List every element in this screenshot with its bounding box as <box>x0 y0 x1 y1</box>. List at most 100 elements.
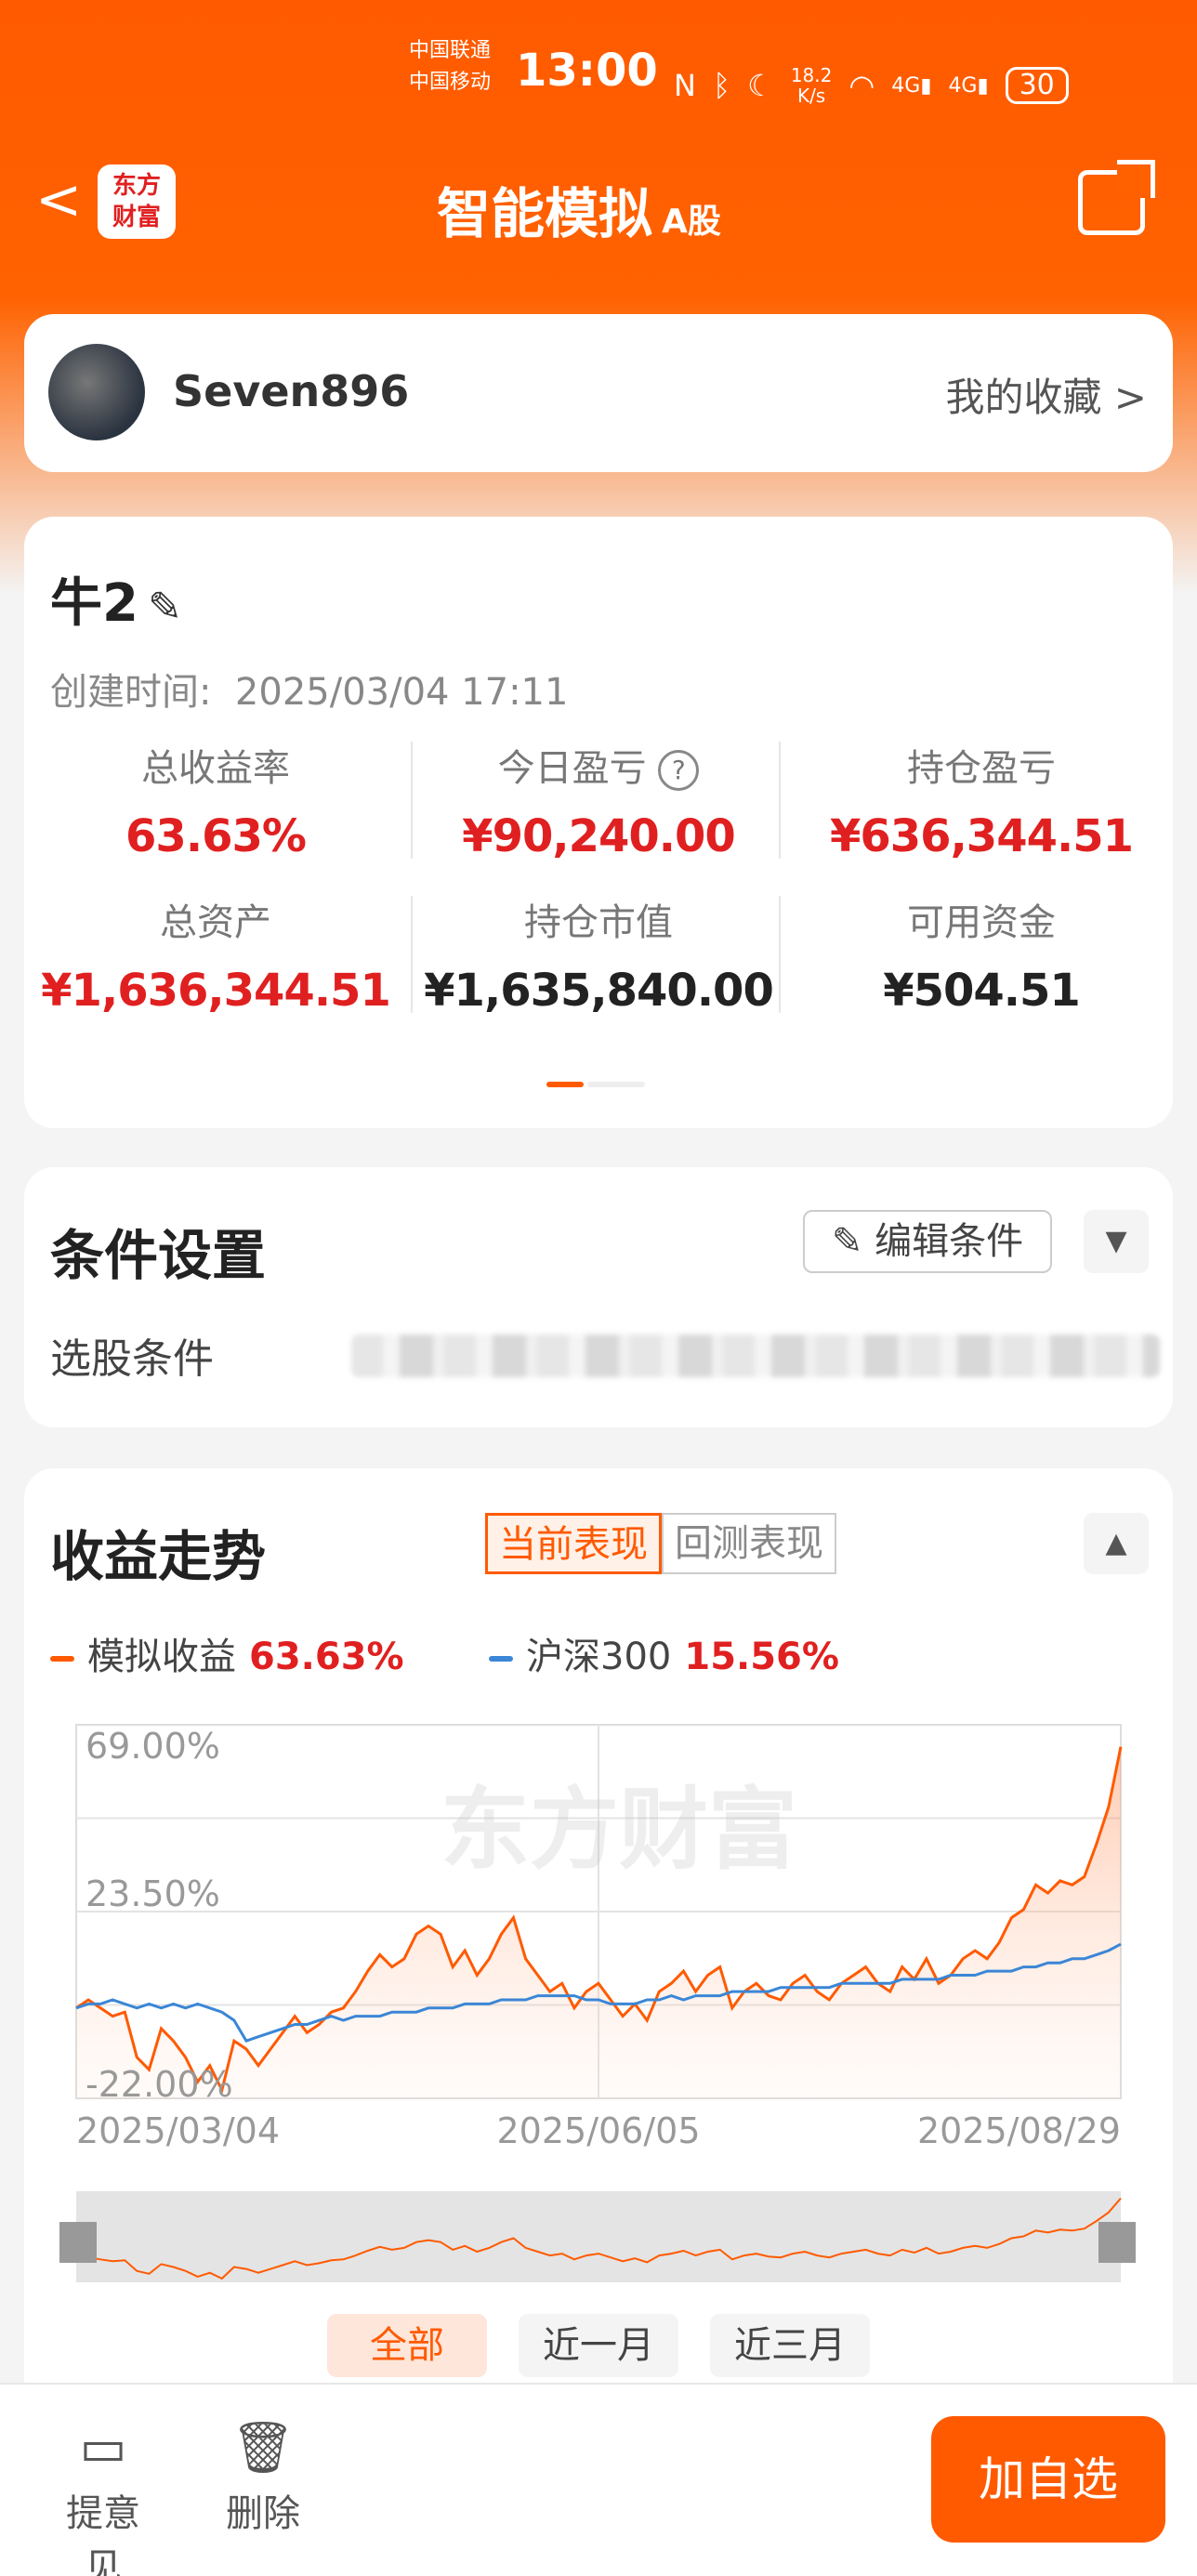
carrier-1: 中国联通 <box>409 39 492 62</box>
legend-line-blue <box>489 1656 513 1662</box>
y-tick-label: 23.50% <box>86 1873 220 1914</box>
indicator-inactive <box>587 1082 645 1087</box>
stat-label: 总收益率 <box>141 747 290 790</box>
range-1m[interactable]: 近一月 <box>519 2314 678 2377</box>
logo-line2: 财富 <box>112 204 161 231</box>
page-title: 智能模拟 A股 <box>437 170 721 248</box>
carrier-2: 中国移动 <box>409 71 492 94</box>
y-tick-label: 69.00% <box>86 1726 220 1767</box>
moon-icon: ☾ <box>747 68 774 103</box>
trend-tabs: 当前表现 回测表现 <box>485 1513 836 1574</box>
x-tick-labels: 2025/03/04 2025/06/05 2025/08/29 <box>76 2110 1121 2151</box>
stat-available-cash: 可用资金 ¥504.51 <box>790 892 1173 1017</box>
feedback-icon: ▭ <box>79 2418 127 2477</box>
edit-icon: ✎ <box>831 1220 875 1263</box>
stat-value: ¥636,344.51 <box>829 810 1134 862</box>
blurred-conditions <box>351 1334 1160 1377</box>
x-tick-label: 2025/06/05 <box>496 2110 700 2151</box>
legend-value: 63.63% <box>249 1636 404 1678</box>
trend-card: 收益走势 当前表现 回测表现 ▲ 模拟收益 63.63% 沪深300 15.56% … <box>24 1468 1173 2472</box>
legend-value: 15.56% <box>684 1636 839 1678</box>
share-icon[interactable] <box>1078 160 1155 235</box>
legend-line-orange <box>50 1656 74 1662</box>
navigator-handle-left[interactable] <box>59 2222 97 2263</box>
page-title-sub: A股 <box>662 203 721 241</box>
status-icons: N ᛒ ☾ 18.2 K/s ◠ 4G▮ 4G▮ 30 <box>674 48 1069 123</box>
page-title-text: 智能模拟 <box>437 182 653 245</box>
range-all[interactable]: 全部 <box>327 2314 487 2377</box>
account-name-text: 牛2 <box>50 573 138 634</box>
range-buttons: 全部 近一月 近三月 <box>327 2314 870 2377</box>
account-card: 牛2 ✎ 创建时间: 2025/03/04 17:11 总收益率 63.63% 今日… <box>24 517 1173 1128</box>
stat-market-value: 持仓市值 ¥1,635,840.00 <box>407 892 790 1017</box>
stat-label: 持仓市值 <box>524 901 673 944</box>
wifi-icon: ◠ <box>848 68 875 103</box>
signal-4g-1: 4G <box>891 73 921 98</box>
range-3m[interactable]: 近三月 <box>710 2314 870 2377</box>
bluetooth-icon: ᛒ <box>712 68 731 103</box>
tab-current[interactable]: 当前表现 <box>485 1513 662 1574</box>
edit-pencil-icon[interactable]: ✎ <box>148 584 182 631</box>
stat-value: ¥90,240.00 <box>462 810 736 862</box>
edit-conditions-button[interactable]: ✎ 编辑条件 <box>803 1210 1052 1273</box>
trash-icon: 🗑 <box>230 2418 296 2477</box>
delete-button[interactable]: 🗑 删除 <box>212 2418 314 2537</box>
user-name: Seven896 <box>173 366 410 416</box>
favorites-link[interactable]: 我的收藏 > <box>945 366 1147 423</box>
add-watchlist-button[interactable]: 加自选 <box>931 2416 1165 2543</box>
status-time: 13:00 <box>516 45 658 97</box>
divider <box>411 896 413 1013</box>
navigator-handle-right[interactable] <box>1098 2222 1136 2263</box>
indicator-active <box>546 1082 584 1087</box>
account-name: 牛2 ✎ <box>50 561 182 637</box>
help-icon[interactable]: ? <box>658 750 700 791</box>
carrier-info: 中国联通 中国移动 <box>409 35 491 110</box>
net-speed: 18.2 K/s <box>791 65 833 106</box>
legend-name: 沪深300 <box>526 1636 672 1678</box>
x-tick-label: 2025/08/29 <box>917 2110 1121 2151</box>
stat-value: ¥1,636,344.51 <box>41 965 391 1017</box>
stat-total-return: 总收益率 63.63% <box>24 738 407 862</box>
collapse-up-icon[interactable]: ▲ <box>1084 1513 1149 1574</box>
logo-line1: 东方 <box>112 172 161 200</box>
legend-name: 模拟收益 <box>87 1636 236 1678</box>
stat-value: ¥504.51 <box>883 965 1081 1017</box>
y-tick-label: -22.00% <box>86 2064 233 2105</box>
back-icon[interactable]: < <box>35 172 82 228</box>
feedback-label: 提意见 <box>66 2492 140 2576</box>
stat-value: ¥1,635,840.00 <box>424 965 774 1017</box>
nav-bar: < 东方 财富 智能模拟 A股 <box>0 153 1197 256</box>
delete-label: 删除 <box>226 2492 300 2535</box>
trend-title: 收益走势 <box>50 1525 267 1588</box>
divider <box>779 896 781 1013</box>
tab-backtest[interactable]: 回测表现 <box>662 1513 836 1574</box>
feedback-button[interactable]: ▭ 提意见 <box>52 2418 154 2576</box>
signal-4g-2: 4G <box>948 73 978 98</box>
battery-icon: 30 <box>1005 67 1069 104</box>
trend-chart[interactable]: 东方财富 69.00%23.50%-22.00% 2025/03/04 2025/… <box>24 1701 1173 2407</box>
conditions-title: 条件设置 <box>50 1224 267 1287</box>
avatar[interactable] <box>48 344 145 440</box>
stat-label-text: 今日盈亏 <box>497 747 647 790</box>
stat-label: 今日盈亏 ? <box>407 738 790 792</box>
stat-label: 总资产 <box>160 901 271 944</box>
divider <box>779 742 781 859</box>
stat-total-assets: 总资产 ¥1,636,344.51 <box>24 892 407 1017</box>
bottom-bar: ▭ 提意见 🗑 删除 加自选 <box>0 2383 1197 2576</box>
signal-icon: 4G▮ <box>891 73 932 98</box>
legend-sim: 模拟收益 63.63% <box>50 1626 404 1680</box>
stat-value: 63.63% <box>125 810 307 862</box>
select-conditions-label: 选股条件 <box>50 1335 214 1383</box>
page-indicator <box>546 1082 649 1087</box>
edit-conditions-label: 编辑条件 <box>875 1220 1024 1263</box>
chart-watermark: 东方财富 <box>441 1778 797 1882</box>
created-value: 2025/03/04 17:11 <box>234 671 569 714</box>
divider <box>411 742 413 859</box>
stat-today-pnl: 今日盈亏 ? ¥90,240.00 <box>407 738 790 862</box>
net-speed-value: 18.2 <box>790 64 833 86</box>
net-speed-unit: K/s <box>796 85 826 107</box>
user-card: Seven896 我的收藏 > <box>24 314 1173 472</box>
expand-down-icon[interactable]: ▼ <box>1084 1210 1149 1273</box>
stat-label: 持仓盈亏 <box>907 747 1056 790</box>
created-time: 创建时间: 2025/03/04 17:11 <box>50 662 568 716</box>
